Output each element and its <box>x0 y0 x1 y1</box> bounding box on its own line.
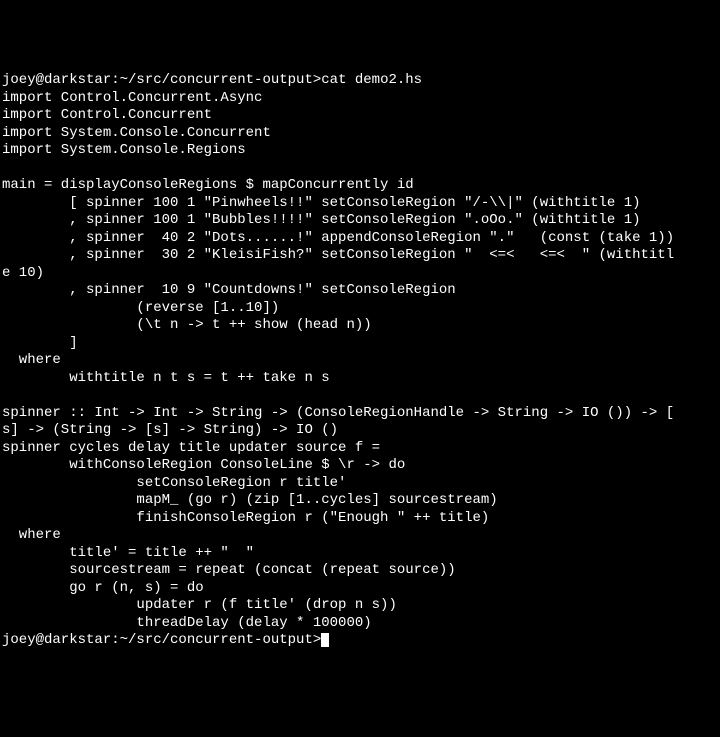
code-line: [ spinner 100 1 "Pinwheels!!" setConsole… <box>2 195 641 211</box>
code-line: spinner cycles delay title updater sourc… <box>2 440 380 456</box>
prompt-line-2: joey@darkstar:~/src/concurrent-output> <box>2 632 329 648</box>
code-line: go r (n, s) = do <box>2 580 204 596</box>
code-line: sourcestream = repeat (concat (repeat so… <box>2 562 456 578</box>
code-line: withtitle n t s = t ++ take n s <box>2 370 330 386</box>
code-line: withConsoleRegion ConsoleLine $ \r -> do <box>2 457 405 473</box>
code-line: threadDelay (delay * 100000) <box>2 615 372 631</box>
code-line: main = displayConsoleRegions $ mapConcur… <box>2 177 414 193</box>
code-line: title' = title ++ " " <box>2 545 254 561</box>
prompt-line-1: joey@darkstar:~/src/concurrent-output>ca… <box>2 72 422 88</box>
code-line: spinner :: Int -> Int -> String -> (Cons… <box>2 405 674 421</box>
code-line: setConsoleRegion r title' <box>2 475 346 491</box>
code-line: import System.Console.Concurrent <box>2 125 271 141</box>
code-line: (reverse [1..10]) <box>2 300 279 316</box>
code-line: import Control.Concurrent <box>2 107 212 123</box>
cursor-block[interactable] <box>321 633 329 647</box>
code-line: , spinner 40 2 "Dots......!" appendConso… <box>2 230 674 246</box>
code-line: ] <box>2 335 78 351</box>
code-line: , spinner 30 2 "KleisiFish?" setConsoleR… <box>2 247 674 263</box>
code-line: (\t n -> t ++ show (head n)) <box>2 317 372 333</box>
code-line: mapM_ (go r) (zip [1..cycles] sourcestre… <box>2 492 498 508</box>
code-line: s] -> (String -> [s] -> String) -> IO () <box>2 422 338 438</box>
code-line: , spinner 10 9 "Countdowns!" setConsoleR… <box>2 282 456 298</box>
shell-prompt: joey@darkstar:~/src/concurrent-output> <box>2 72 321 88</box>
code-line: where <box>2 527 61 543</box>
code-line: updater r (f title' (drop n s)) <box>2 597 397 613</box>
code-line: finishConsoleRegion r ("Enough " ++ titl… <box>2 510 489 526</box>
code-line: e 10) <box>2 265 44 281</box>
code-line: import System.Console.Regions <box>2 142 246 158</box>
command-text: cat demo2.hs <box>321 72 422 88</box>
shell-prompt: joey@darkstar:~/src/concurrent-output> <box>2 632 321 648</box>
code-line: import Control.Concurrent.Async <box>2 90 262 106</box>
terminal-output[interactable]: joey@darkstar:~/src/concurrent-output>ca… <box>2 72 718 650</box>
code-line: , spinner 100 1 "Bubbles!!!!" setConsole… <box>2 212 641 228</box>
code-line: where <box>2 352 61 368</box>
